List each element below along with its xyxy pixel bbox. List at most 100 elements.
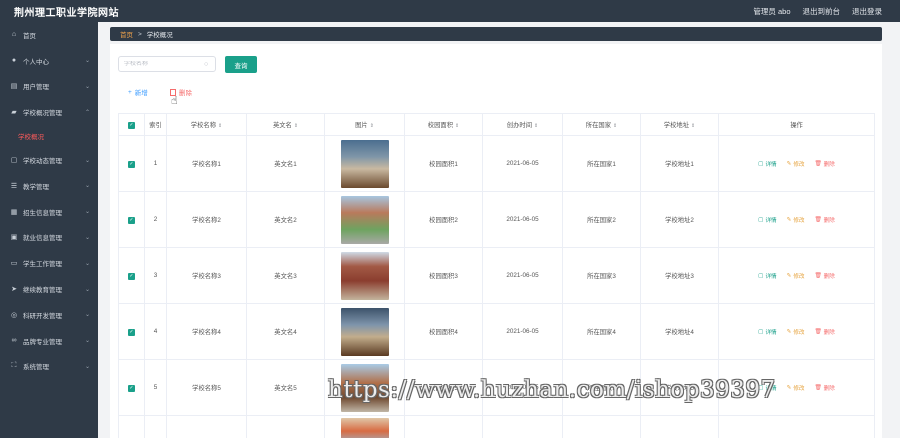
chevron-down-icon: ⌄ — [84, 157, 90, 164]
detail-button[interactable]: ▢ 详情 — [758, 272, 777, 280]
trash-icon: 🗑 — [814, 384, 822, 391]
row-select-cell[interactable]: ✓ — [118, 191, 145, 248]
sort-icon: ⇕ — [369, 123, 374, 129]
row-select-cell[interactable]: ✓ — [118, 303, 145, 360]
row-select-cell[interactable]: ✓ — [118, 135, 145, 192]
add-button[interactable]: + 新增 — [128, 87, 148, 98]
table-row: ✓ 1 学校名称1 英文名1 校园面积1 2021-06-05 所在国家1 学校地址1 ▢ 详情 ✎… — [118, 135, 875, 192]
chevron-down-icon: ⌄ — [84, 58, 90, 65]
sidebar-item-continuing-edu[interactable]: ➤ 继续教育管理 ⌄ — [0, 276, 98, 302]
checkbox[interactable]: ✓ — [128, 328, 135, 336]
cell-school-name: 学校名称3 — [166, 247, 247, 304]
cell-operations: ▢ 详情 ✎ 修改 🗑 删除 — [718, 247, 875, 304]
cell-english-name: 英文名3 — [246, 247, 325, 304]
edit-button[interactable]: ✎ 修改 — [787, 160, 805, 168]
checkbox[interactable]: ✓ — [128, 216, 135, 224]
edit-button[interactable]: ✎ 修改 — [787, 384, 805, 392]
sidebar-item-school-news[interactable]: ▢ 学校动态管理 ⌄ — [0, 147, 98, 173]
detail-button[interactable]: ▢ 详情 — [758, 216, 777, 224]
briefcase-icon: ▣ — [10, 234, 18, 242]
cell-founded: 2021-06-05 — [482, 247, 563, 304]
admin-label[interactable]: 管理员 abo — [753, 6, 790, 17]
cell-english-name: 英文名1 — [246, 135, 325, 192]
header-address[interactable]: 学校地址 ⇕ — [640, 113, 719, 136]
sidebar-item-label: 学生工作管理 — [23, 261, 62, 269]
search-input[interactable] — [124, 61, 204, 67]
edit-button[interactable]: ✎ 修改 — [787, 272, 805, 280]
user-icon: ● — [11, 57, 17, 65]
sidebar-item-label: 继续教育管理 — [23, 287, 62, 295]
sidebar-item-home[interactable]: ⌂ 首页 — [0, 22, 98, 48]
header-country[interactable]: 所在国家 ⇕ — [562, 113, 641, 136]
sidebar-subitem-school-overview[interactable]: 学校概况 — [0, 125, 98, 147]
cell-image — [324, 191, 405, 248]
detail-button[interactable]: ▢ 详情 — [758, 160, 777, 168]
delete-button[interactable]: 🗑 删除 — [815, 216, 835, 224]
detail-button[interactable]: ▢ 详情 — [758, 384, 777, 392]
checkbox[interactable]: ✓ — [128, 121, 135, 129]
edit-button[interactable]: ✎ 修改 — [787, 328, 805, 336]
school-photo[interactable] — [340, 195, 389, 244]
school-table: ✓ 索引 学校名称 ⇕ 英文名 ⇕ 图片 ⇕ 校园面积 ⇕ 创办时间 ⇕ 所在国家 ⇕ 学校… — [118, 113, 875, 438]
chevron-down-icon: ⌄ — [84, 83, 90, 90]
cell-campus-area: 校园面积1 — [404, 135, 483, 192]
header-english-name[interactable]: 英文名 ⇕ — [246, 113, 325, 136]
school-photo[interactable] — [340, 417, 389, 438]
chevron-up-icon: ⌃ — [84, 109, 90, 116]
trash-icon: 🗑 — [814, 160, 822, 167]
sidebar-item-student-work[interactable]: ▭ 学生工作管理 ⌄ — [0, 250, 98, 276]
select-all-cell[interactable]: ✓ — [118, 113, 145, 136]
cell-image — [324, 303, 405, 360]
cell-index: 4 — [144, 303, 167, 360]
checkbox[interactable]: ✓ — [128, 160, 135, 168]
sidebar-item-label: 招生信息管理 — [23, 209, 62, 217]
sidebar-item-users[interactable]: ▤ 用户管理 ⌄ — [0, 74, 98, 100]
detail-icon: ▢ — [758, 272, 764, 279]
sort-icon: ⇕ — [612, 123, 618, 129]
breadcrumb-home[interactable]: 首页 — [120, 29, 133, 39]
row-select-cell[interactable]: ✓ — [118, 247, 145, 304]
sidebar-item-research[interactable]: ◎ 科研开发管理 ⌄ — [0, 302, 98, 328]
cell-campus-area: 校园面积2 — [404, 191, 483, 248]
checkbox[interactable]: ✓ — [128, 384, 135, 392]
school-name-search[interactable]: ○ — [118, 56, 216, 72]
checkbox[interactable]: ✓ — [128, 272, 135, 280]
delete-button[interactable]: 🗑 删除 — [815, 384, 835, 392]
query-button[interactable]: 查询 — [225, 56, 257, 73]
cell-school-name: 学校名称4 — [166, 303, 247, 360]
header-image[interactable]: 图片 ⇕ — [324, 113, 405, 136]
school-photo[interactable] — [340, 307, 389, 356]
header-founded[interactable]: 创办时间 ⇕ — [482, 113, 563, 136]
delete-button[interactable]: 🗑 删除 — [815, 272, 835, 280]
header-campus-area[interactable]: 校园面积 ⇕ — [404, 113, 483, 136]
school-photo[interactable] — [340, 139, 389, 188]
sidebar-item-admissions[interactable]: ▦ 招生信息管理 ⌄ — [0, 199, 98, 225]
school-photo[interactable] — [340, 251, 389, 300]
school-photo[interactable] — [340, 363, 389, 412]
cell-school-name: 学校名称2 — [166, 191, 247, 248]
logout-link[interactable]: 退出登录 — [852, 6, 882, 17]
detail-button[interactable]: ▢ 详情 — [758, 328, 777, 336]
sidebar-item-teaching[interactable]: ☰ 教学管理 ⌄ — [0, 173, 98, 199]
sidebar-item-profile[interactable]: ● 个人中心 ⌄ — [0, 48, 98, 74]
exit-to-frontend-link[interactable]: 退出到前台 — [803, 6, 841, 17]
header-school-name[interactable]: 学校名称 ⇕ — [166, 113, 247, 136]
cell-english-name: 英文名4 — [246, 303, 325, 360]
sidebar-item-label: 教学管理 — [23, 183, 49, 191]
breadcrumb: 首页 > 学校概况 — [110, 27, 882, 41]
sidebar-item-school-overview-mgmt[interactable]: ▰ 学校概况管理 ⌃ — [0, 99, 98, 125]
edit-button[interactable]: ✎ 修改 — [787, 216, 805, 224]
target-icon: ◎ — [10, 311, 18, 319]
sidebar-item-employment[interactable]: ▣ 就业信息管理 ⌄ — [0, 225, 98, 251]
delete-button[interactable]: 🗑 删除 — [815, 328, 835, 336]
cell-operations: ▢ 详情 ✎ 修改 🗑 删除 — [718, 303, 875, 360]
sidebar-item-label: 学校动态管理 — [23, 158, 62, 166]
cell-image — [324, 135, 405, 192]
edit-icon: ✎ — [786, 216, 792, 223]
row-select-cell[interactable]: ✓ — [118, 359, 145, 416]
sidebar-item-system[interactable]: ⛶ 系统管理 ⌄ — [0, 354, 98, 380]
delete-button[interactable]: 🗑 删除 — [815, 160, 835, 168]
cell-index: 2 — [144, 191, 167, 248]
table-row: ✓ 2 学校名称2 英文名2 校园面积2 2021-06-05 所在国家2 学校地址2 ▢ 详情 ✎… — [118, 191, 875, 248]
sidebar-item-brand-majors[interactable]: ∞ 品牌专业管理 ⌄ — [0, 328, 98, 354]
